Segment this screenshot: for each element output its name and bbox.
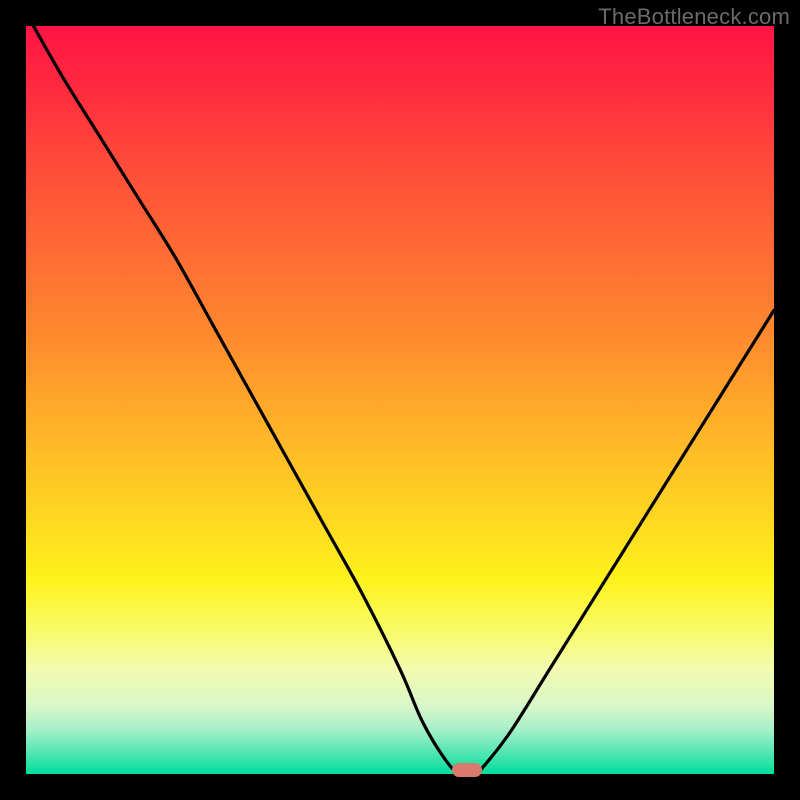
bottleneck-curve [26,26,774,774]
watermark-text: TheBottleneck.com [598,4,790,30]
optimum-marker [452,763,482,777]
chart-frame: TheBottleneck.com [0,0,800,800]
chart-plot-area [26,26,774,774]
